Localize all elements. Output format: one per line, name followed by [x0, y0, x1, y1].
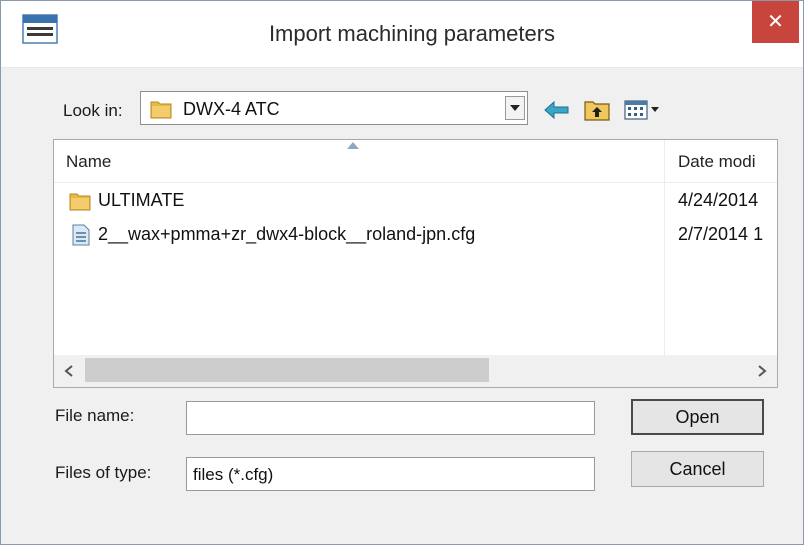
dialog-title: Import machining parameters — [268, 21, 556, 46]
cfg-file-icon — [72, 224, 90, 246]
files-of-type-select[interactable]: files (*.cfg) — [186, 457, 595, 491]
up-folder-icon[interactable] — [581, 96, 613, 124]
file-name-cell: ULTIMATE — [98, 190, 185, 210]
column-header-date[interactable]: Date modi — [678, 152, 755, 172]
file-date-cell: 2/7/2014 1 — [678, 224, 764, 244]
open-button[interactable]: Open — [631, 399, 764, 435]
scrollbar-thumb[interactable] — [85, 358, 489, 382]
files-of-type-value: files (*.cfg) — [193, 465, 274, 484]
close-button[interactable]: ✕ — [752, 1, 799, 43]
file-date-cell: 4/24/2014 — [678, 190, 759, 210]
file-name-cell: 2__wax+pmma+zr_dwx4-block__roland-jpn.cf… — [98, 224, 476, 244]
folder-icon — [69, 193, 91, 211]
list-header: Name Date modi — [54, 140, 777, 183]
chevron-down-icon — [510, 105, 520, 111]
scroll-right-button[interactable] — [747, 355, 777, 387]
cancel-button[interactable]: Cancel — [631, 451, 764, 487]
look-in-label: Look in: — [63, 101, 123, 120]
file-name-input[interactable] — [186, 401, 595, 435]
scroll-left-button[interactable] — [54, 355, 84, 387]
import-dialog: Import machining parameters ✕ Look in: D… — [0, 0, 804, 545]
files-of-type-label: Files of type: — [55, 463, 152, 482]
look-in-value: DWX-4 ATC — [183, 99, 280, 119]
horizontal-scrollbar[interactable] — [54, 355, 777, 387]
file-name-label: File name: — [55, 406, 135, 425]
chevron-right-icon — [758, 365, 767, 377]
chevron-left-icon — [64, 365, 73, 377]
look-in-combobox[interactable]: DWX-4 ATC — [140, 91, 528, 125]
file-list[interactable]: Name Date modi ULTIMATE 4/24/2014 2__wax… — [53, 139, 778, 388]
list-item[interactable]: 2__wax+pmma+zr_dwx4-block__roland-jpn.cf… — [54, 220, 777, 250]
sort-ascending-icon — [347, 142, 359, 149]
list-item[interactable]: ULTIMATE 4/24/2014 — [54, 186, 777, 216]
folder-icon — [150, 101, 172, 119]
look-in-dropdown-button[interactable] — [505, 96, 525, 120]
view-menu-icon[interactable] — [621, 96, 669, 124]
back-arrow-icon[interactable] — [541, 96, 573, 124]
column-header-name[interactable]: Name — [66, 152, 111, 172]
title-bar[interactable]: Import machining parameters ✕ — [1, 1, 803, 68]
